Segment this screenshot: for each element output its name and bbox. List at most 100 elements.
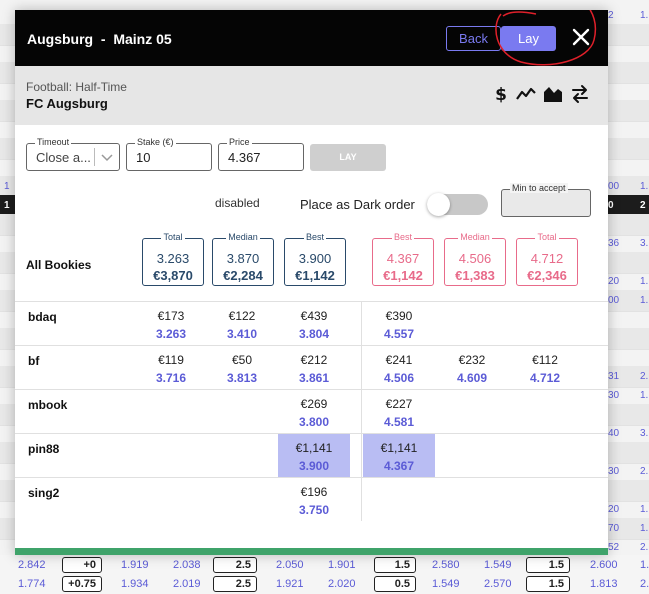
handicap-line[interactable]: 1.5 [526, 576, 570, 592]
summary-stake: €1,383 [455, 268, 495, 283]
odds-cell[interactable]: 1.774 [18, 578, 46, 590]
price-cell[interactable]: €1,141 3.900 [278, 434, 350, 477]
odds-cell[interactable]: 1.919 [121, 559, 149, 571]
background-cell: 20 [608, 276, 620, 287]
handicap-line[interactable]: 0.5 [374, 576, 416, 592]
modal-header: Augsburg - Mainz 05 Back Lay [15, 10, 608, 66]
background-cell: 40 [608, 428, 620, 439]
odds-cell[interactable]: 2.600 [590, 559, 618, 571]
stake-input[interactable]: Stake (€) 10 [126, 137, 212, 171]
price-input[interactable]: Price 4.367 [218, 137, 304, 171]
line-chart-icon[interactable] [516, 84, 536, 104]
handicap-line[interactable]: 1.5 [374, 557, 416, 573]
match-separator: - [100, 31, 106, 47]
lay-best-summary[interactable]: Best 4.367 €1,142 [372, 232, 434, 286]
price-cell[interactable]: €112 4.712 [509, 346, 581, 389]
summary-label-text: Best [391, 232, 414, 242]
back-best-summary[interactable]: Best 3.900 €1,142 [284, 232, 346, 286]
price-cell[interactable]: €50 3.813 [206, 346, 278, 389]
handicap-line[interactable]: 2.5 [213, 557, 257, 573]
back-button[interactable]: Back [446, 26, 501, 51]
summary-label-text: Total [535, 232, 559, 242]
background-cell: 2. [640, 466, 649, 477]
background-cell: 3. [640, 428, 649, 439]
price-cell[interactable]: €1,141 4.367 [363, 434, 435, 477]
lay-total-summary[interactable]: Total 4.712 €2,346 [516, 232, 578, 286]
price-cell[interactable]: €390 4.557 [363, 302, 435, 345]
bookie-name: sing2 [28, 486, 60, 500]
bookie-name: bf [28, 354, 40, 368]
price-cell[interactable]: €269 3.800 [278, 390, 350, 433]
lay-median-summary[interactable]: Median 4.506 €1,383 [444, 232, 506, 286]
background-cell: 1. [640, 276, 649, 287]
bookie-row-sing2: sing2 €196 3.750 [15, 477, 608, 521]
bookie-row-bf: bf €119 3.716 €50 3.813 €212 3.861 €241 4.506 €23… [15, 345, 608, 389]
odds-cell[interactable]: 1.813 [590, 578, 618, 590]
price-cell[interactable]: €232 4.609 [436, 346, 508, 389]
background-cell: 30 [608, 390, 620, 401]
cell-odds: 4.712 [529, 371, 561, 385]
bookie-row-bdaq: bdaq €173 3.263 €122 3.410 €439 3.804 €390 4.557 [15, 301, 608, 345]
min-to-accept-input[interactable]: Min to accept [501, 183, 591, 217]
price-cell[interactable]: €173 3.263 [135, 302, 207, 345]
background-cell: 1. [640, 295, 649, 306]
odds-cell[interactable]: 2.038 [173, 559, 201, 571]
summary-odds: 4.367 [386, 251, 420, 266]
cell-stake: €439 [300, 309, 328, 323]
odds-cell[interactable]: 2. [640, 578, 649, 590]
swap-icon[interactable] [570, 84, 590, 104]
odds-cell[interactable]: 2.050 [276, 559, 304, 571]
price-cell[interactable]: €212 3.861 [278, 346, 350, 389]
odds-cell[interactable]: 1. [640, 559, 649, 571]
price-cell[interactable]: €122 3.410 [206, 302, 278, 345]
price-cell[interactable]: €227 4.581 [363, 390, 435, 433]
odds-cell[interactable]: 2.580 [432, 559, 460, 571]
close-icon[interactable] [571, 27, 591, 47]
handicap-line[interactable]: +0 [62, 557, 102, 573]
cell-stake: €227 [385, 397, 413, 411]
price-value: 4.367 [228, 150, 261, 165]
odds-cell[interactable]: 2.842 [18, 559, 46, 571]
odds-cell[interactable]: 2.570 [484, 578, 512, 590]
cell-odds: 3.750 [298, 503, 330, 517]
lay-button[interactable]: Lay [501, 26, 556, 51]
summary-label: Best [373, 232, 433, 242]
price-cell[interactable]: €119 3.716 [135, 346, 207, 389]
cell-odds: 3.813 [226, 371, 258, 385]
odds-cell[interactable]: 1.934 [121, 578, 149, 590]
lay-submit-button[interactable]: LAY [310, 144, 386, 171]
price-cell[interactable]: €196 3.750 [278, 478, 350, 521]
back-total-summary[interactable]: Total 3.263 €3,870 [142, 232, 204, 286]
summary-stake: €3,870 [153, 268, 193, 283]
cell-stake: €1,141 [295, 441, 333, 455]
summary-label: Total [143, 232, 203, 242]
odds-cell[interactable]: 1.549 [432, 578, 460, 590]
background-cell: 2. [640, 542, 649, 553]
back-median-summary[interactable]: Median 3.870 €2,284 [212, 232, 274, 286]
handicap-line[interactable]: +0.75 [62, 576, 102, 592]
handicap-line[interactable]: 2.5 [213, 576, 257, 592]
area-chart-icon[interactable] [543, 84, 563, 104]
price-cell[interactable]: €241 4.506 [363, 346, 435, 389]
background-cell: 1. [640, 181, 649, 192]
background-bottom-rows: 2.842 +0 1.919 2.038 2.5 2.050 1.901 1.5 2.580 1.… [0, 555, 649, 594]
dark-order-toggle[interactable] [427, 193, 488, 216]
odds-cell[interactable]: 1.921 [276, 578, 304, 590]
cell-odds: 3.804 [298, 327, 330, 341]
dollar-icon[interactable]: $ [491, 84, 511, 104]
summary-stake: €1,142 [295, 268, 335, 283]
cell-odds: 3.800 [298, 415, 330, 429]
odds-cell[interactable]: 1.549 [484, 559, 512, 571]
timeout-select[interactable]: Timeout Close a... [26, 137, 120, 171]
summary-label: Best [285, 232, 345, 242]
price-cell[interactable]: €439 3.804 [278, 302, 350, 345]
odds-cell[interactable]: 2.020 [328, 578, 356, 590]
handicap-line[interactable]: 1.5 [526, 557, 570, 573]
min-accept-label: Min to accept [510, 183, 568, 193]
background-cell: 00 [608, 181, 620, 192]
odds-cell[interactable]: 2.019 [173, 578, 201, 590]
summary-label-text: Median [458, 232, 492, 242]
cell-odds: 4.557 [383, 327, 415, 341]
odds-cell[interactable]: 1.901 [328, 559, 356, 571]
odds-row: 1.774 +0.75 1.934 2.019 2.5 1.921 2.020 0.5 1.54… [0, 575, 649, 594]
